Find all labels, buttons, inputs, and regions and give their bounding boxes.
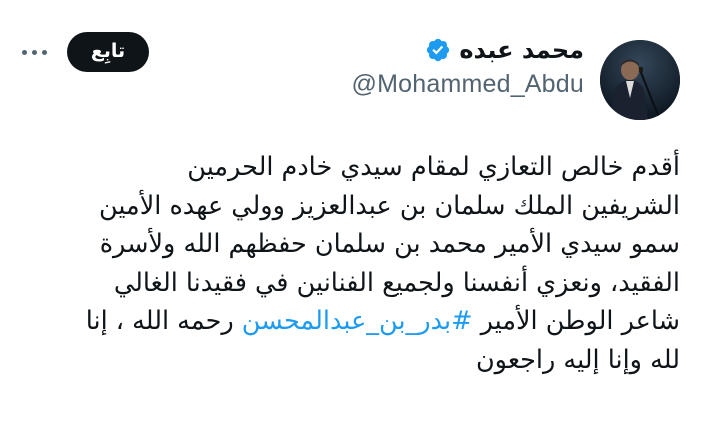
verified-badge-icon [427,38,450,62]
tweet-line: لله وإنا إليه راجعون [475,344,680,375]
author-info: محمد عبده @Mohammed_Abdu [352,32,584,99]
tweet-line: الفقيد، ونعزي أنفسنا ولجميع الفنانين في … [113,267,680,298]
handle[interactable]: @Mohammed_Abdu [352,70,584,99]
display-name[interactable]: محمد عبده [459,36,584,64]
tweet-text-segment: رحمه الله ، إنا [85,306,242,336]
tweet-line: سمو سيدي الأمير محمد بن سلمان حفظهم الله… [99,229,680,259]
tweet-line: شاعر الوطن الأمير #بدر_بن_عبدالمحسن رحمه… [8,302,680,341]
tweet-text: أقدم خالص التعازي لمقام سيدي خادم الحرمي… [8,148,680,379]
tweet-line: الشريفين الملك سلمان بن عبدالعزيز وولي ع… [98,190,680,221]
tweet-header: محمد عبده @Mohammed_Abdu تابِع [0,0,702,120]
avatar-image [600,40,680,120]
avatar[interactable] [600,40,680,120]
name-row: محمد عبده [352,32,584,68]
ellipsis-icon [31,49,37,55]
tweet-line: أقدم خالص التعازي لمقام سيدي خادم الحرمي… [187,152,680,182]
more-options-button[interactable] [18,38,50,66]
ellipsis-icon [41,49,47,55]
ellipsis-icon [21,49,27,55]
hashtag-link[interactable]: #بدر_بن_عبدالمحسن [242,306,473,336]
tweet-text-segment: شاعر الوطن الأمير [472,306,680,336]
follow-button[interactable]: تابِع [67,32,149,72]
